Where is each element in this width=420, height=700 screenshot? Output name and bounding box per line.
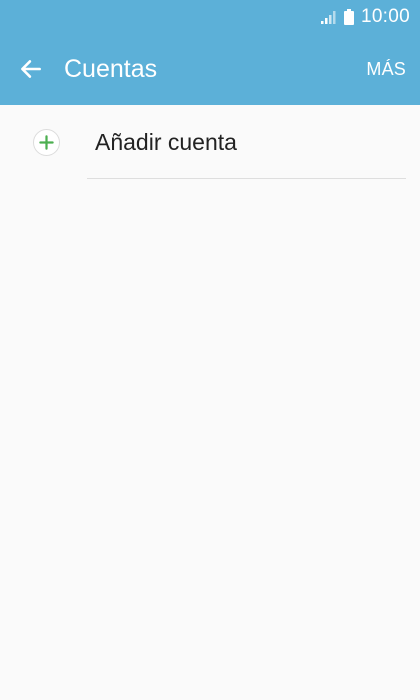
clock: 10:00 [360, 6, 410, 27]
add-account-item[interactable]: Añadir cuenta [0, 105, 420, 179]
back-button[interactable] [14, 53, 48, 85]
page-title: Cuentas [64, 55, 158, 83]
divider [87, 178, 406, 179]
add-account-label: Añadir cuenta [95, 129, 237, 155]
signal-icon [320, 11, 336, 24]
more-button[interactable]: MÁS [366, 55, 406, 83]
plus-icon [39, 135, 54, 150]
add-account-icon-circle [33, 129, 60, 156]
status-bar: 10:00 [0, 0, 420, 33]
status-icons: 10:00 [320, 4, 410, 30]
battery-icon [343, 9, 354, 25]
app-bar: Cuentas MÁS [0, 33, 420, 105]
accounts-list: Añadir cuenta [0, 105, 420, 179]
arrow-left-icon [21, 60, 41, 78]
